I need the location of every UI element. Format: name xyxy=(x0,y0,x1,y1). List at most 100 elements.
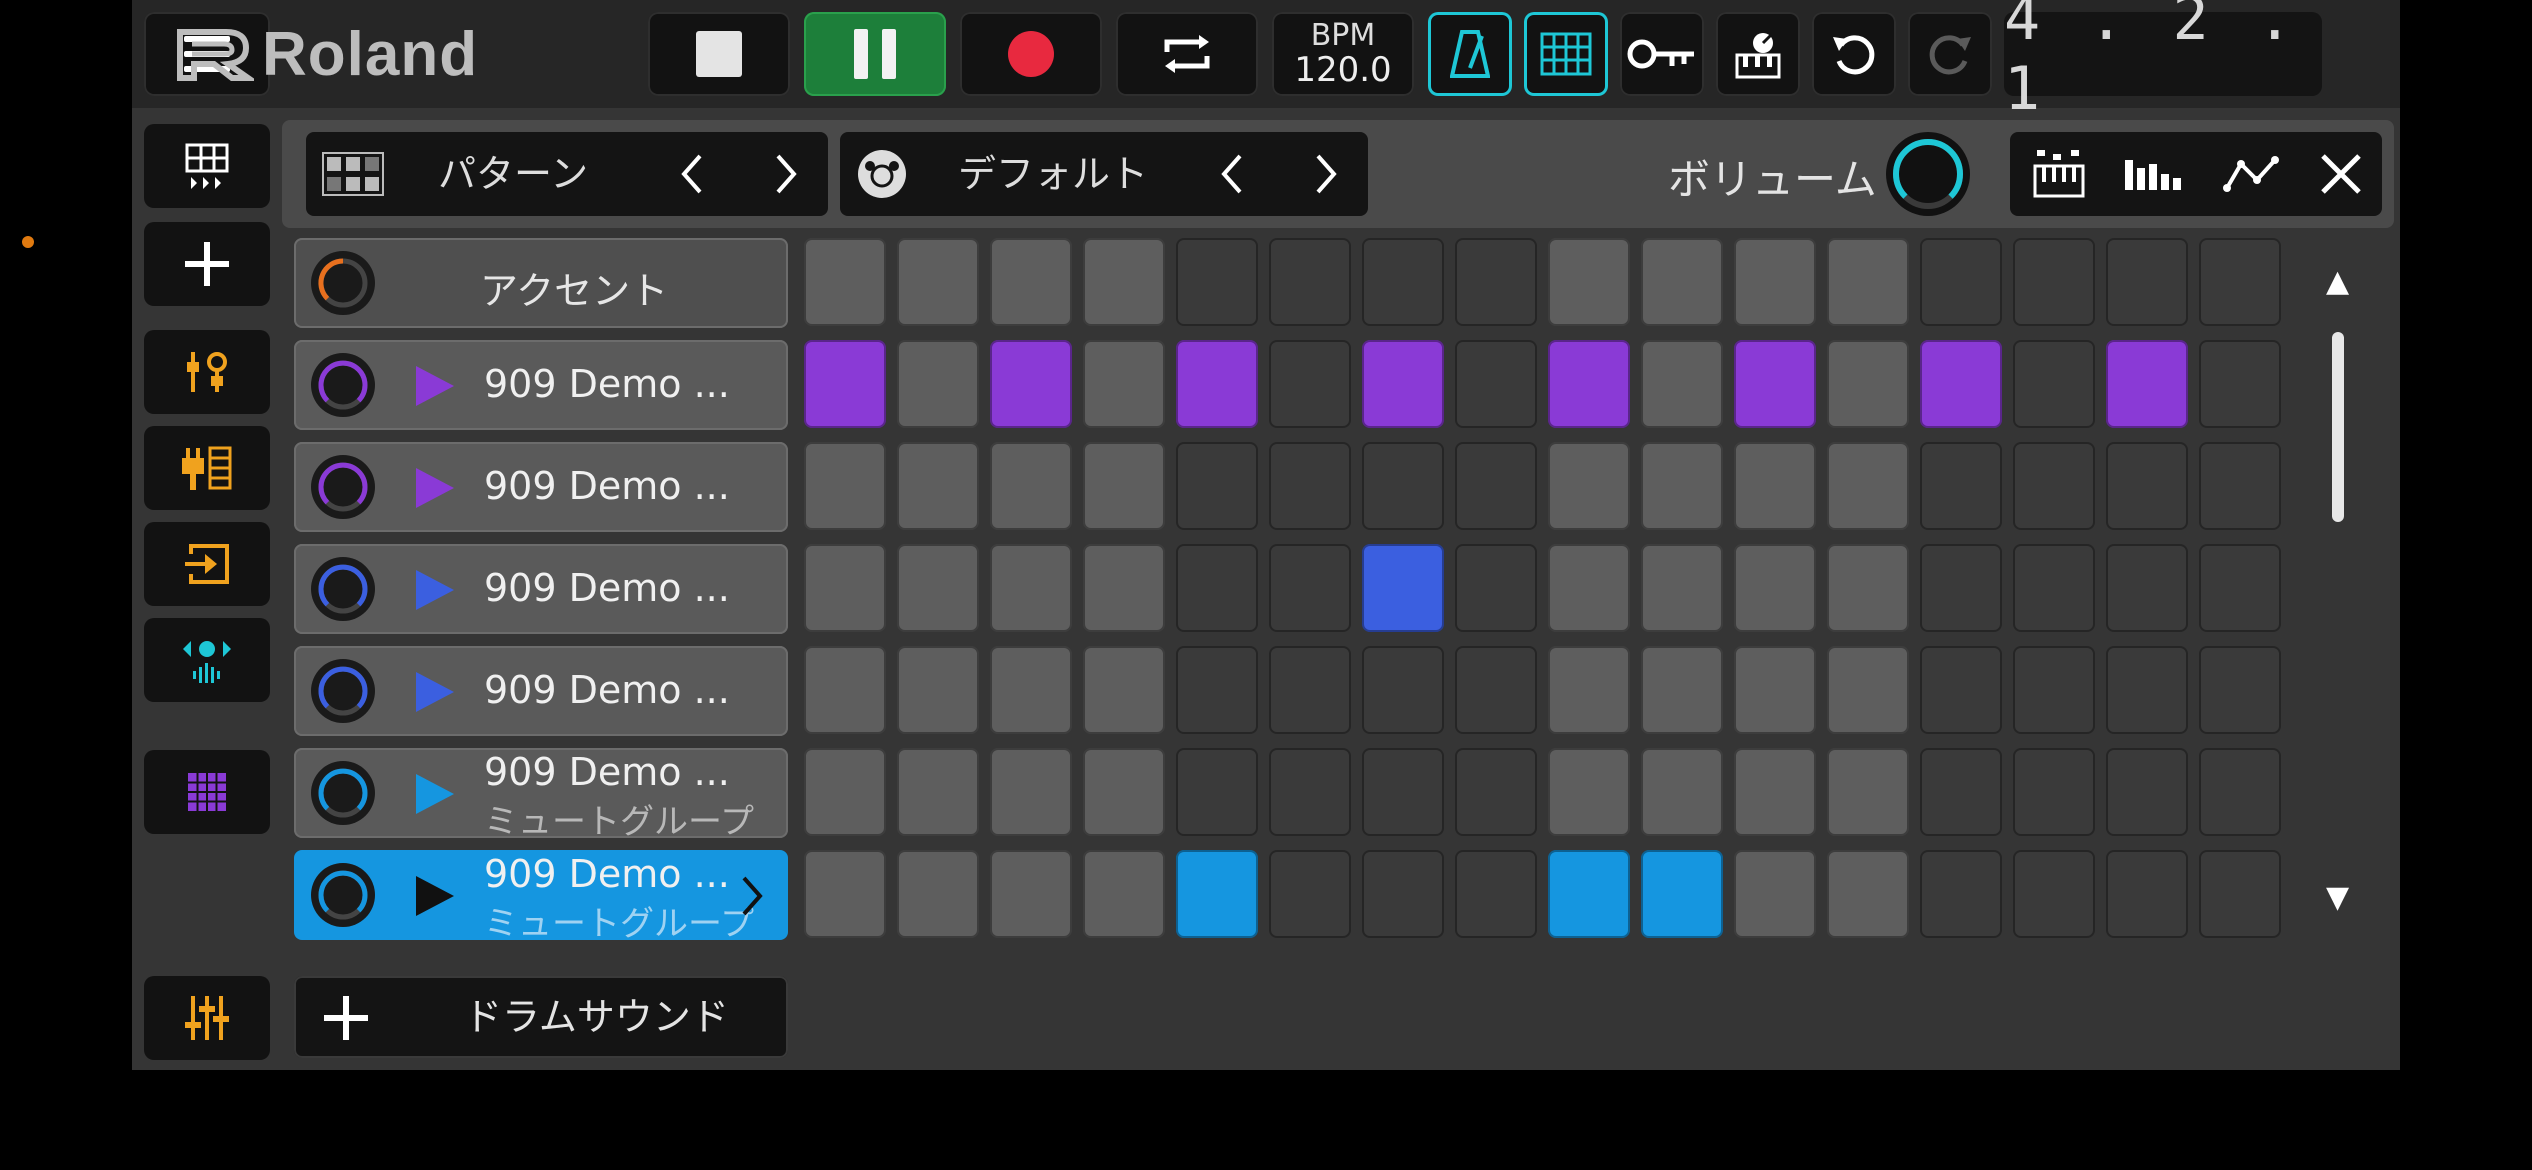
record-button[interactable] xyxy=(960,12,1102,96)
kit-next-button[interactable] xyxy=(1296,132,1356,216)
play-icon[interactable] xyxy=(412,772,456,816)
step-pad[interactable] xyxy=(804,646,886,734)
step-pad-active[interactable] xyxy=(1362,340,1444,428)
pattern-selector[interactable]: パターン xyxy=(306,132,828,216)
step-pad[interactable] xyxy=(2199,238,2281,326)
step-pad[interactable] xyxy=(1548,544,1630,632)
tone-edit-button[interactable] xyxy=(144,330,270,414)
step-pad[interactable] xyxy=(2199,748,2281,836)
redo-button[interactable] xyxy=(1908,12,1992,96)
step-pad-active[interactable] xyxy=(1548,850,1630,938)
kit-selector[interactable]: デフォルト xyxy=(840,132,1368,216)
import-button[interactable] xyxy=(144,522,270,606)
step-pad[interactable] xyxy=(1641,646,1723,734)
step-pad[interactable] xyxy=(1827,238,1909,326)
step-pad[interactable] xyxy=(1641,340,1723,428)
grid-button[interactable] xyxy=(1524,12,1608,96)
drum-track-row[interactable]: 909 Demo ... xyxy=(294,340,788,430)
step-pad[interactable] xyxy=(897,238,979,326)
step-pad[interactable] xyxy=(990,748,1072,836)
step-pad[interactable] xyxy=(1455,748,1537,836)
step-pad[interactable] xyxy=(1734,238,1816,326)
step-pad[interactable] xyxy=(2013,442,2095,530)
step-pad[interactable] xyxy=(897,850,979,938)
track-level-knob[interactable] xyxy=(310,658,376,724)
track-level-knob[interactable] xyxy=(310,760,376,826)
step-pad[interactable] xyxy=(1920,442,2002,530)
step-pad[interactable] xyxy=(1083,340,1165,428)
accent-track[interactable]: アクセント xyxy=(294,238,788,328)
track-level-knob[interactable] xyxy=(310,352,376,418)
step-pad[interactable] xyxy=(1734,850,1816,938)
step-pad[interactable] xyxy=(2106,544,2188,632)
step-pad[interactable] xyxy=(1176,646,1258,734)
step-pad[interactable] xyxy=(1920,646,2002,734)
step-pad[interactable] xyxy=(2199,442,2281,530)
accent-knob[interactable] xyxy=(310,250,376,316)
add-drum-sound-button[interactable]: ドラムサウンド xyxy=(294,976,788,1058)
drum-track-row[interactable]: 909 Demo ... xyxy=(294,442,788,532)
step-pad[interactable] xyxy=(2013,238,2095,326)
stop-button[interactable] xyxy=(648,12,790,96)
step-pad[interactable] xyxy=(897,544,979,632)
volume-knob[interactable] xyxy=(1884,130,1972,218)
step-pad[interactable] xyxy=(2013,646,2095,734)
step-pad[interactable] xyxy=(2013,340,2095,428)
step-pad[interactable] xyxy=(804,748,886,836)
step-pad[interactable] xyxy=(1920,238,2002,326)
step-pad[interactable] xyxy=(1083,748,1165,836)
step-pad-active[interactable] xyxy=(1176,340,1258,428)
step-pad[interactable] xyxy=(1827,442,1909,530)
step-pad[interactable] xyxy=(2199,646,2281,734)
add-button[interactable] xyxy=(144,222,270,306)
step-pad[interactable] xyxy=(1083,646,1165,734)
step-pad[interactable] xyxy=(1920,544,2002,632)
step-pad[interactable] xyxy=(1641,442,1723,530)
vertical-scrollbar[interactable] xyxy=(2332,332,2344,522)
step-pad[interactable] xyxy=(1176,544,1258,632)
scroll-up-button[interactable]: ▲ xyxy=(2326,264,2349,299)
step-pad[interactable] xyxy=(804,850,886,938)
drum-track-row[interactable]: 909 Demo ... ミュートグループ xyxy=(294,850,788,944)
step-pad[interactable] xyxy=(1362,850,1444,938)
step-pad[interactable] xyxy=(897,646,979,734)
step-pad[interactable] xyxy=(1827,340,1909,428)
step-pad[interactable] xyxy=(2106,748,2188,836)
step-pad[interactable] xyxy=(1362,748,1444,836)
step-pad[interactable] xyxy=(990,850,1072,938)
sound-wave-button[interactable] xyxy=(144,618,270,702)
step-pad[interactable] xyxy=(1827,544,1909,632)
play-icon[interactable] xyxy=(412,364,456,408)
step-pad[interactable] xyxy=(1455,238,1537,326)
step-pad[interactable] xyxy=(1176,238,1258,326)
track-level-knob[interactable] xyxy=(310,556,376,622)
kit-prev-button[interactable] xyxy=(1202,132,1262,216)
piano-view-button[interactable] xyxy=(2026,146,2092,202)
plug-in-button[interactable] xyxy=(144,426,270,510)
step-pad[interactable] xyxy=(2106,238,2188,326)
step-pad[interactable] xyxy=(2199,850,2281,938)
step-pad[interactable] xyxy=(897,340,979,428)
step-pad[interactable] xyxy=(1362,238,1444,326)
pattern-view-button[interactable] xyxy=(144,124,270,208)
step-pad[interactable] xyxy=(990,646,1072,734)
automation-view-button[interactable] xyxy=(2218,146,2284,202)
step-pad[interactable] xyxy=(1920,850,2002,938)
metronome-button[interactable] xyxy=(1428,12,1512,96)
step-pad[interactable] xyxy=(1734,646,1816,734)
step-pad[interactable] xyxy=(1827,646,1909,734)
pattern-prev-button[interactable] xyxy=(662,132,722,216)
step-pad[interactable] xyxy=(1269,238,1351,326)
step-pad[interactable] xyxy=(897,442,979,530)
step-pad[interactable] xyxy=(1083,442,1165,530)
step-pad[interactable] xyxy=(2013,748,2095,836)
step-pad-active[interactable] xyxy=(990,340,1072,428)
step-pad[interactable] xyxy=(1176,748,1258,836)
step-pad[interactable] xyxy=(1734,442,1816,530)
step-pad[interactable] xyxy=(1269,340,1351,428)
drum-track-row[interactable]: 909 Demo ... xyxy=(294,544,788,634)
step-pad[interactable] xyxy=(2199,544,2281,632)
position-display[interactable]: 4 . 2 . 1 xyxy=(2004,0,2322,124)
step-pad[interactable] xyxy=(2106,850,2188,938)
step-pad-active[interactable] xyxy=(1734,340,1816,428)
